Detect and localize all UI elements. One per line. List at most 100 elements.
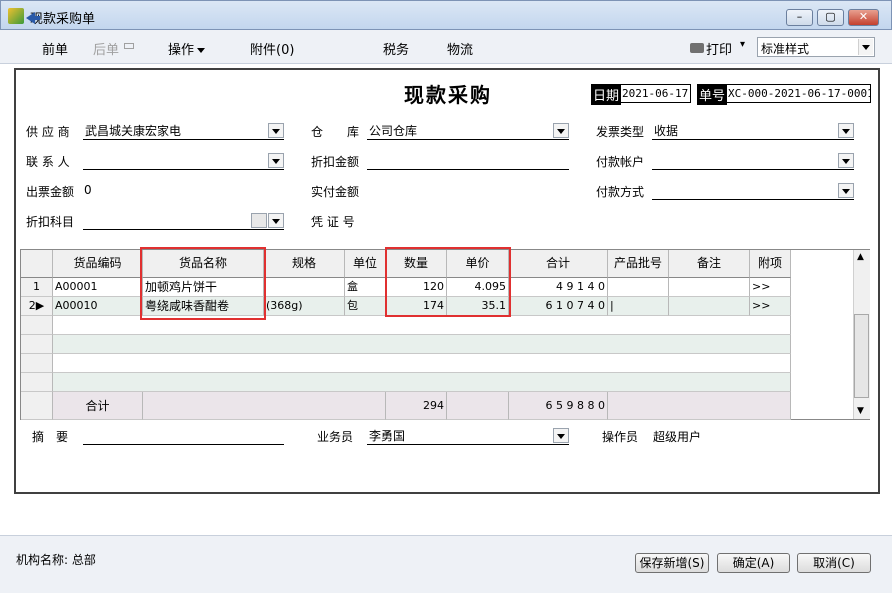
next-button[interactable]: 后单 bbox=[93, 39, 119, 58]
cell-spec[interactable] bbox=[264, 278, 345, 297]
invoice-amount-label: 出票金额 bbox=[26, 185, 75, 199]
cell-total[interactable]: 6 1 0 7 4 0 bbox=[509, 297, 608, 316]
cell-note[interactable] bbox=[669, 297, 750, 316]
cell-note[interactable] bbox=[669, 278, 750, 297]
chevron-down-icon[interactable] bbox=[553, 428, 569, 443]
highlight-name-column bbox=[140, 247, 266, 320]
minimize-button[interactable]: – bbox=[786, 9, 813, 26]
chevron-down-icon[interactable] bbox=[553, 123, 569, 138]
row-index[interactable]: 2▶ bbox=[21, 297, 53, 316]
summary-label: 摘 要 bbox=[32, 430, 69, 444]
pay-method-label: 付款方式 bbox=[596, 185, 645, 199]
salesman-select[interactable]: 李勇国 bbox=[367, 427, 569, 445]
contact-label: 联 系 人 bbox=[26, 155, 70, 169]
date-field[interactable]: 2021-06-17 bbox=[619, 84, 691, 103]
discount-subject-label: 折扣科目 bbox=[26, 215, 75, 229]
cell-total[interactable]: 4 9 1 4 0 bbox=[509, 278, 608, 297]
chevron-down-icon[interactable] bbox=[838, 183, 854, 198]
cell-code[interactable]: A00001 bbox=[53, 278, 143, 297]
supplier-select[interactable]: 武昌城关康宏家电 bbox=[83, 122, 284, 140]
operator-value: 超级用户 bbox=[653, 430, 702, 444]
invoice-amount-value: 0 bbox=[84, 183, 92, 197]
cell-code[interactable]: A00010 bbox=[53, 297, 143, 316]
operation-label: 操作 bbox=[168, 43, 195, 58]
warehouse-value: 公司仓库 bbox=[369, 124, 418, 138]
chevron-down-icon[interactable] bbox=[268, 153, 284, 168]
total-filler bbox=[608, 392, 791, 420]
logistics-button[interactable]: 物流 bbox=[447, 39, 473, 58]
current-row-icon: ▶ bbox=[35, 299, 45, 312]
doc-no-field[interactable]: XC-000-2021-06-17-0001 bbox=[725, 84, 871, 103]
col-header-batch[interactable]: 产品批号 bbox=[608, 250, 669, 278]
row-index[interactable] bbox=[21, 373, 53, 392]
invoice-type-select[interactable]: 收据 bbox=[652, 122, 854, 140]
row-index-label: 2 bbox=[28, 299, 36, 312]
cell-extra[interactable]: >> bbox=[750, 278, 791, 297]
save-new-button[interactable]: 保存新增(S) bbox=[635, 553, 709, 573]
title-bar bbox=[0, 0, 892, 30]
total-qty: 294 bbox=[386, 392, 447, 420]
total-label: 合计 bbox=[53, 392, 143, 420]
prev-button[interactable]: 前单 bbox=[42, 39, 68, 58]
summary-input[interactable] bbox=[83, 427, 284, 445]
cell-batch[interactable] bbox=[608, 278, 669, 297]
attachment-button[interactable]: 附件(0) bbox=[250, 39, 294, 58]
row-index[interactable] bbox=[21, 335, 53, 354]
close-button[interactable]: ✕ bbox=[848, 9, 879, 26]
style-select[interactable]: 标准样式 bbox=[757, 37, 875, 57]
chevron-down-icon[interactable] bbox=[838, 123, 854, 138]
cell-spec[interactable]: (368g) bbox=[264, 297, 345, 316]
chevron-down-icon[interactable] bbox=[268, 123, 284, 138]
lookup-button[interactable] bbox=[251, 213, 267, 228]
chevron-down-icon[interactable] bbox=[838, 153, 854, 168]
row-index[interactable] bbox=[21, 354, 53, 373]
printer-icon bbox=[690, 43, 704, 53]
empty-row[interactable] bbox=[53, 335, 791, 354]
chevron-down-icon[interactable] bbox=[268, 213, 284, 228]
cell-batch[interactable]: | bbox=[608, 297, 669, 316]
scroll-up-icon[interactable]: ▲ bbox=[857, 252, 864, 262]
empty-row[interactable] bbox=[53, 373, 791, 392]
app-icon bbox=[8, 8, 24, 24]
row-index[interactable] bbox=[21, 316, 53, 335]
actual-pay-label: 实付金额 bbox=[311, 185, 360, 199]
col-header-note[interactable]: 备注 bbox=[669, 250, 750, 278]
pay-account-label: 付款帐户 bbox=[596, 155, 645, 169]
discount-subject-select[interactable] bbox=[83, 212, 284, 230]
discount-amount-input[interactable] bbox=[367, 152, 569, 170]
date-label: 日期 bbox=[591, 84, 622, 105]
discount-amount-label: 折扣金额 bbox=[311, 155, 360, 169]
salesman-value: 李勇国 bbox=[369, 429, 406, 443]
style-select-value: 标准样式 bbox=[761, 42, 810, 56]
supplier-label: 供 应 商 bbox=[26, 125, 70, 139]
empty-row[interactable] bbox=[53, 354, 791, 373]
print-caret-icon[interactable]: ▾ bbox=[740, 39, 745, 50]
chevron-down-icon[interactable] bbox=[858, 39, 873, 55]
operation-menu[interactable]: 操作 bbox=[168, 39, 206, 58]
col-header-unit[interactable]: 单位 bbox=[345, 250, 386, 278]
col-header-total[interactable]: 合计 bbox=[509, 250, 608, 278]
cell-extra[interactable]: >> bbox=[750, 297, 791, 316]
col-header-extra[interactable]: 附项 bbox=[750, 250, 791, 278]
cancel-button[interactable]: 取消(C) bbox=[797, 553, 871, 573]
contact-select[interactable] bbox=[83, 152, 284, 170]
maximize-button[interactable]: ▢ bbox=[817, 9, 844, 26]
pay-method-select[interactable] bbox=[652, 182, 854, 200]
cell-unit[interactable]: 盒 bbox=[345, 278, 386, 297]
caret-down-icon bbox=[197, 48, 206, 53]
total-amount: 6 5 9 8 8 0 bbox=[509, 392, 608, 420]
warehouse-select[interactable]: 公司仓库 bbox=[367, 122, 569, 140]
ok-button[interactable]: 确定(A) bbox=[717, 553, 790, 573]
cell-unit[interactable]: 包 bbox=[345, 297, 386, 316]
print-button[interactable]: 打印 bbox=[706, 39, 732, 58]
col-header-spec[interactable]: 规格 bbox=[264, 250, 345, 278]
scroll-down-icon[interactable]: ▼ bbox=[857, 406, 864, 416]
row-index[interactable]: 1 bbox=[21, 278, 53, 297]
highlight-qty-price-column bbox=[385, 247, 511, 317]
tax-button[interactable]: 税务 bbox=[383, 39, 409, 58]
pay-account-select[interactable] bbox=[652, 152, 854, 170]
col-header-code[interactable]: 货品编码 bbox=[53, 250, 143, 278]
scroll-thumb[interactable] bbox=[854, 314, 869, 398]
document-title: 现款采购 bbox=[404, 83, 492, 107]
doc-no-label: 单号 bbox=[697, 84, 728, 105]
